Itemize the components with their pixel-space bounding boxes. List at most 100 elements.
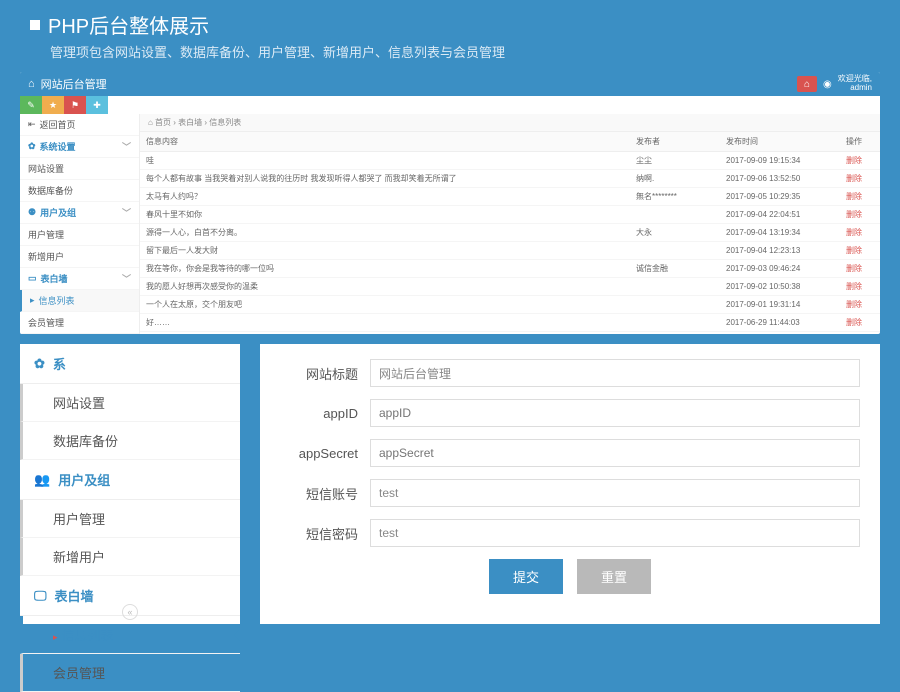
cell-content: 源得一人心，白首不分离。 (140, 224, 630, 242)
back-icon: ⇤ (28, 119, 36, 130)
toolbar-btn-1[interactable]: ✎ (20, 96, 42, 114)
username: admin (838, 84, 872, 93)
delete-link[interactable]: 删除 (840, 188, 880, 206)
sidebar2-item-site-settings[interactable]: 网站设置 (20, 384, 240, 422)
cell-date: 2017-06-29 11:44:03 (720, 314, 840, 332)
user-box[interactable]: 欢迎光临, admin (838, 75, 872, 93)
cell-content: 春风十里不如你 (140, 206, 630, 224)
sidebar2-item-add-user[interactable]: 新增用户 (20, 538, 240, 576)
delete-link[interactable]: 删除 (840, 224, 880, 242)
toolbar: ✎ ★ ⚑ ✚ (20, 96, 880, 114)
input-appid[interactable] (370, 399, 860, 427)
cell-content: 留下最后一人发大财 (140, 242, 630, 260)
sidebar2-group-users[interactable]: 👥用户及组 (20, 460, 240, 500)
breadcrumb: ⌂ 首页 › 表白墙 › 信息列表 (140, 114, 880, 132)
table-row: 我的愿人好想再次感受你的温柔 2017-09-02 10:50:38删除 (140, 278, 880, 296)
sidebar-item-info-list[interactable]: ▸信息列表 (20, 290, 139, 312)
cell-content: 一个人在太原，交个朋友吧 (140, 296, 630, 314)
input-sms-account[interactable] (370, 479, 860, 507)
notification-button[interactable]: ⌂ (797, 76, 817, 92)
reset-button[interactable]: 重置 (577, 559, 651, 594)
settings-form: 网站标题 appID appSecret 短信账号 短信密码 提交 重置 (260, 344, 880, 624)
delete-link[interactable]: 删除 (840, 242, 880, 260)
cell-author: 纳啊. (630, 170, 720, 188)
users-icon: ⚉ (28, 207, 36, 218)
delete-link[interactable]: 删除 (840, 206, 880, 224)
delete-link[interactable]: 删除 (840, 296, 880, 314)
page-subtitle: 管理项包含网站设置、数据库备份、用户管理、新增用户、信息列表与会员管理 (50, 42, 870, 61)
sidebar: ⇤返回首页 ✿系统设置﹀ 网站设置 数据库备份 ⚉用户及组﹀ 用户管理 新增用户… (20, 114, 140, 334)
sidebar-item-member-mgmt[interactable]: 会员管理 (20, 312, 139, 334)
table-row: 太马有人约吗？無名********2017-09-05 10:29:35删除 (140, 188, 880, 206)
cell-author: 無名******** (630, 188, 720, 206)
sidebar-group-wall[interactable]: ▭表白墙﹀ (20, 268, 139, 290)
toolbar-btn-4[interactable]: ✚ (86, 96, 108, 114)
table-row: 源得一人心，白首不分离。大永2017-09-04 13:19:34删除 (140, 224, 880, 242)
delete-link[interactable]: 删除 (840, 152, 880, 170)
input-site-title[interactable] (370, 359, 860, 387)
monitor-icon: 🖵 (34, 588, 47, 604)
delete-link[interactable]: 删除 (840, 278, 880, 296)
toolbar-btn-3[interactable]: ⚑ (64, 96, 86, 114)
sidebar-item-site-settings[interactable]: 网站设置 (20, 158, 139, 180)
chevron-down-icon: ﹀ (122, 272, 131, 285)
chevron-down-icon: ﹀ (122, 140, 131, 153)
sidebar-group-system[interactable]: ✿系统设置﹀ (20, 136, 139, 158)
table-row: 好…… 2017-06-29 11:44:03删除 (140, 314, 880, 332)
table-row: 每个人都有故事 当我哭着对别人说我的往历时 我发现听得人都哭了 而我却笑着无所谓… (140, 170, 880, 188)
sidebar-back[interactable]: ⇤返回首页 (20, 114, 139, 136)
cell-date: 2017-09-04 22:04:51 (720, 206, 840, 224)
page-title: PHP后台整体展示 (30, 10, 870, 39)
sidebar2-item-user-mgmt[interactable]: 用户管理 (20, 500, 240, 538)
cell-content: 我的愿人好想再次感受你的温柔 (140, 278, 630, 296)
col-content: 信息内容 (140, 132, 630, 152)
sidebar-group-users[interactable]: ⚉用户及组﹀ (20, 202, 139, 224)
avatar-icon[interactable]: ◉ (823, 79, 832, 90)
cell-author (630, 206, 720, 224)
cell-date: 2017-09-03 09:46:24 (720, 260, 840, 278)
collapse-button[interactable]: « (122, 604, 138, 620)
col-author: 发布者 (630, 132, 720, 152)
submit-button[interactable]: 提交 (489, 559, 563, 594)
sidebar-item-add-user[interactable]: 新增用户 (20, 246, 139, 268)
cell-content: 好…… (140, 314, 630, 332)
col-date: 发布时间 (720, 132, 840, 152)
label-appsecret: appSecret (280, 446, 370, 461)
delete-link[interactable]: 删除 (840, 170, 880, 188)
sidebar2-group-system[interactable]: ✿系 (20, 344, 240, 384)
topbar: ⌂ 网站后台管理 ⌂ ◉ 欢迎光临, admin (20, 72, 880, 96)
label-site-title: 网站标题 (280, 364, 370, 383)
label-sms-password: 短信密码 (280, 524, 370, 543)
cell-date: 2017-09-09 19:15:34 (720, 152, 840, 170)
cell-author: 尘尘 (630, 152, 720, 170)
cell-content: 哇 (140, 152, 630, 170)
cell-date: 2017-09-01 19:31:14 (720, 296, 840, 314)
sidebar-item-user-mgmt[interactable]: 用户管理 (20, 224, 139, 246)
cell-author: 大永 (630, 224, 720, 242)
sidebar2-item-info-list[interactable]: ▸信息列表 (20, 616, 240, 654)
cell-author (630, 296, 720, 314)
cell-date: 2017-09-02 10:50:38 (720, 278, 840, 296)
col-action: 操作 (840, 132, 880, 152)
sidebar2-item-db-backup[interactable]: 数据库备份 (20, 422, 240, 460)
info-table: 信息内容 发布者 发布时间 操作 哇尘尘2017-09-09 19:15:34删… (140, 132, 880, 332)
table-row: 留下最后一人发大财2017-09-04 12:23:13删除 (140, 242, 880, 260)
chevron-down-icon: ﹀ (122, 206, 131, 219)
delete-link[interactable]: 删除 (840, 260, 880, 278)
sidebar-item-db-backup[interactable]: 数据库备份 (20, 180, 139, 202)
input-sms-password[interactable] (370, 519, 860, 547)
sidebar2-item-member-mgmt[interactable]: 会员管理 (20, 654, 240, 692)
toolbar-btn-2[interactable]: ★ (42, 96, 64, 114)
triangle-icon: ▸ (53, 632, 58, 642)
delete-link[interactable]: 删除 (840, 314, 880, 332)
title-text: PHP后台整体展示 (48, 10, 209, 39)
brand[interactable]: 网站后台管理 (41, 76, 107, 92)
input-appsecret[interactable] (370, 439, 860, 467)
home-icon[interactable]: ⌂ (28, 78, 35, 90)
table-row: 一个人在太原，交个朋友吧 2017-09-01 19:31:14删除 (140, 296, 880, 314)
table-row: 我在等你，你会是我等待的哪一位吗诚信金融2017-09-03 09:46:24删… (140, 260, 880, 278)
cell-date: 2017-09-04 13:19:34 (720, 224, 840, 242)
gear-icon: ✿ (34, 356, 45, 372)
monitor-icon: ▭ (28, 273, 37, 284)
cell-date: 2017-09-06 13:52:50 (720, 170, 840, 188)
